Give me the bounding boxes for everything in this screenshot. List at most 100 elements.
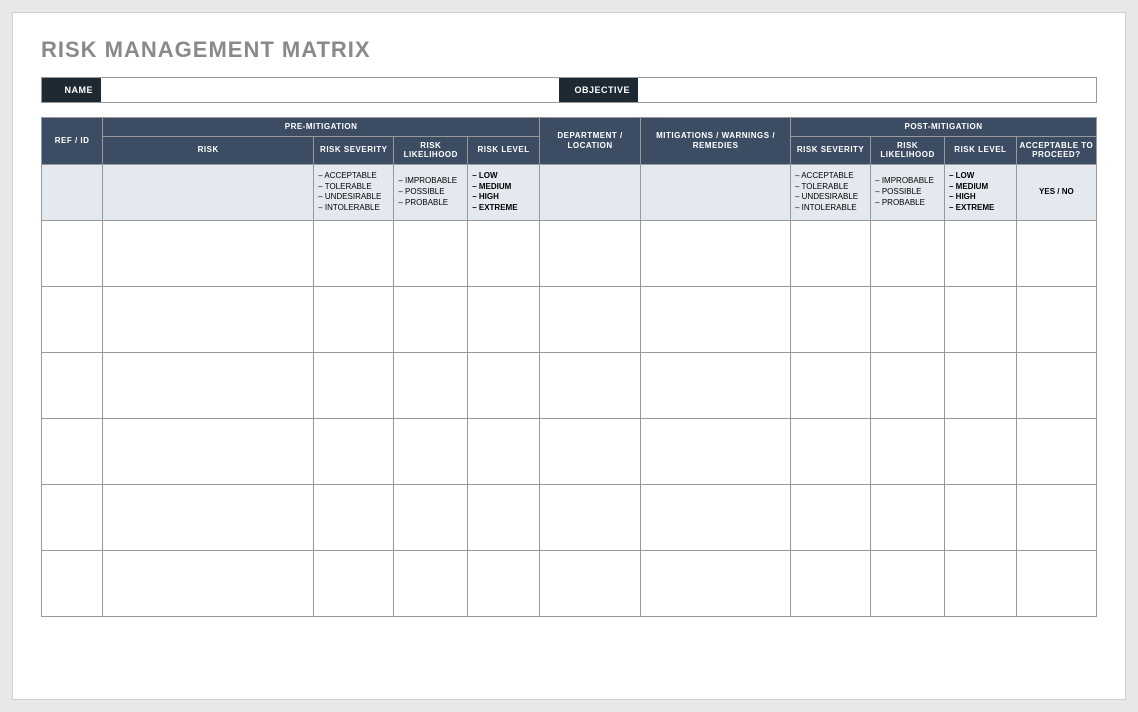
cell[interactable] [42,286,103,352]
cell[interactable] [468,286,540,352]
table-row [42,550,1097,616]
cell[interactable] [871,418,945,484]
cell[interactable] [314,220,394,286]
cell[interactable] [394,418,468,484]
cell[interactable] [641,286,791,352]
cell[interactable] [945,418,1017,484]
cell[interactable] [871,286,945,352]
cell[interactable] [641,418,791,484]
cell[interactable] [1016,220,1096,286]
cell[interactable] [42,550,103,616]
cell[interactable] [103,286,314,352]
hdr-post-severity: RISK SEVERITY [790,136,870,164]
cell[interactable] [871,484,945,550]
hdr-pre-likelihood: RISK LIKELIHOOD [394,136,468,164]
matrix-body: – ACCEPTABLE – TOLERABLE – UNDESIRABLE –… [42,164,1097,616]
hdr-mitigations: MITIGATIONS / WARNINGS / REMEDIES [641,118,791,165]
cell[interactable] [103,418,314,484]
cell[interactable] [539,286,640,352]
objective-input[interactable] [639,78,1096,102]
cell[interactable] [539,220,640,286]
cell[interactable] [871,352,945,418]
cell[interactable] [790,220,870,286]
cell[interactable] [394,484,468,550]
cell[interactable] [790,418,870,484]
cell[interactable] [1016,286,1096,352]
cell[interactable] [314,352,394,418]
cell[interactable] [314,286,394,352]
cell[interactable] [871,550,945,616]
guide-mitigations [641,164,791,220]
cell[interactable] [42,352,103,418]
guide-pre-level: – LOW – MEDIUM – HIGH – EXTREME [468,164,540,220]
hdr-pre-severity: RISK SEVERITY [314,136,394,164]
table-row [42,286,1097,352]
cell[interactable] [103,550,314,616]
cell[interactable] [314,418,394,484]
cell[interactable] [42,484,103,550]
cell[interactable] [103,352,314,418]
page-title: RISK MANAGEMENT MATRIX [41,37,1097,63]
cell[interactable] [394,220,468,286]
guide-pre-likelihood: – IMPROBABLE – POSSIBLE – PROBABLE [394,164,468,220]
cell[interactable] [539,484,640,550]
hdr-post-mitigation: POST-MITIGATION [790,118,1096,137]
cell[interactable] [1016,352,1096,418]
cell[interactable] [871,220,945,286]
cell[interactable] [1016,484,1096,550]
hdr-post-level: RISK LEVEL [945,136,1017,164]
guide-post-severity: – ACCEPTABLE – TOLERABLE – UNDESIRABLE –… [790,164,870,220]
cell[interactable] [539,550,640,616]
cell[interactable] [539,418,640,484]
cell[interactable] [314,550,394,616]
cell[interactable] [1016,550,1096,616]
cell[interactable] [468,484,540,550]
cell[interactable] [790,286,870,352]
name-label: NAME [42,78,102,102]
cell[interactable] [641,352,791,418]
cell[interactable] [42,418,103,484]
cell[interactable] [468,550,540,616]
table-row [42,418,1097,484]
cell[interactable] [42,220,103,286]
cell[interactable] [945,550,1017,616]
guide-department [539,164,640,220]
hdr-department: DEPARTMENT / LOCATION [539,118,640,165]
cell[interactable] [641,484,791,550]
hdr-post-likelihood: RISK LIKELIHOOD [871,136,945,164]
cell[interactable] [394,286,468,352]
table-row [42,484,1097,550]
table-row [42,352,1097,418]
cell[interactable] [945,352,1017,418]
hdr-pre-mitigation: PRE-MITIGATION [103,118,540,137]
cell[interactable] [790,352,870,418]
cell[interactable] [468,418,540,484]
cell[interactable] [641,550,791,616]
table-row [42,220,1097,286]
guide-acceptable: YES / NO [1016,164,1096,220]
cell[interactable] [641,220,791,286]
cell[interactable] [394,550,468,616]
cell[interactable] [314,484,394,550]
hdr-pre-level: RISK LEVEL [468,136,540,164]
cell[interactable] [539,352,640,418]
cell[interactable] [1016,418,1096,484]
cell[interactable] [945,286,1017,352]
guide-pre-severity: – ACCEPTABLE – TOLERABLE – UNDESIRABLE –… [314,164,394,220]
guide-post-likelihood: – IMPROBABLE – POSSIBLE – PROBABLE [871,164,945,220]
cell[interactable] [103,220,314,286]
cell[interactable] [945,484,1017,550]
cell[interactable] [790,484,870,550]
cell[interactable] [945,220,1017,286]
cell[interactable] [394,352,468,418]
cell[interactable] [790,550,870,616]
meta-row: NAME OBJECTIVE [41,77,1097,103]
cell[interactable] [103,484,314,550]
objective-value-cell [639,78,1096,102]
name-input[interactable] [102,78,559,102]
cell[interactable] [468,220,540,286]
objective-label: OBJECTIVE [559,78,639,102]
hdr-risk: RISK [103,136,314,164]
cell[interactable] [468,352,540,418]
hdr-ref-id: REF / ID [42,118,103,165]
